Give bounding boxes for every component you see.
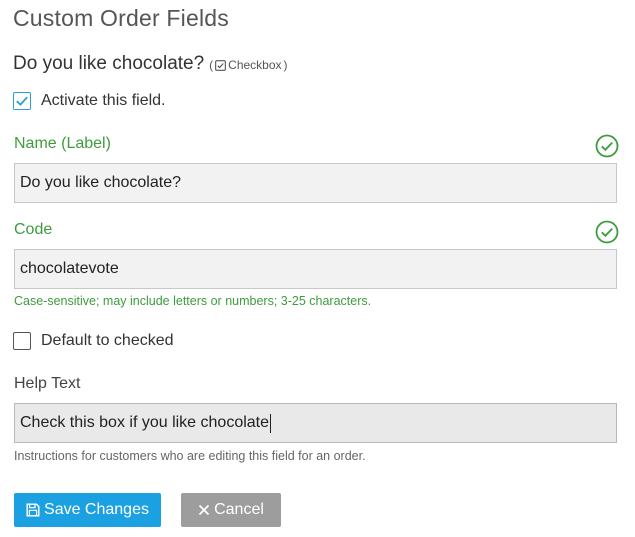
name-label: Name (Label): [14, 135, 111, 152]
code-valid-check-icon: [595, 220, 619, 244]
activate-field-label: Activate this field.: [41, 92, 166, 109]
default-checked-row[interactable]: Default to checked: [13, 332, 174, 350]
save-changes-button[interactable]: Save Changes: [14, 493, 161, 527]
code-input[interactable]: chocolatevote: [14, 249, 617, 289]
code-label: Code: [14, 221, 53, 238]
help-text-hint: Instructions for customers who are editi…: [14, 449, 366, 463]
field-type-label: Checkbox: [228, 58, 282, 72]
name-valid-check-icon: [595, 134, 619, 158]
name-input[interactable]: Do you like chocolate?: [14, 163, 617, 203]
save-changes-label: Save Changes: [44, 501, 149, 518]
code-input-value: chocolatevote: [20, 260, 119, 277]
activate-field-checkbox[interactable]: [13, 92, 31, 110]
custom-order-fields-page: Custom Order Fields Do you like chocolat…: [0, 0, 635, 537]
default-checked-checkbox[interactable]: [13, 332, 31, 350]
cancel-button[interactable]: Cancel: [181, 493, 281, 527]
field-type: ( Checkbox ): [209, 58, 287, 72]
close-icon: [198, 504, 210, 516]
field-title: Do you like chocolate? ( Checkbox ): [13, 53, 288, 75]
checkmark-icon: [16, 96, 28, 106]
default-checked-label: Default to checked: [41, 332, 174, 349]
activate-field-row[interactable]: Activate this field.: [13, 92, 166, 110]
field-question: Do you like chocolate?: [13, 53, 205, 74]
field-type-open: (: [209, 58, 214, 72]
help-text-input-value: Check this box if you like chocolate: [20, 414, 270, 431]
floppy-disk-icon: [26, 503, 40, 517]
field-type-close: ): [283, 58, 288, 72]
page-title: Custom Order Fields: [13, 5, 229, 31]
cancel-label: Cancel: [214, 501, 264, 518]
help-text-input[interactable]: Check this box if you like chocolate: [14, 403, 617, 443]
code-hint: Case-sensitive; may include letters or n…: [14, 294, 372, 308]
text-caret: [270, 413, 272, 433]
name-input-value: Do you like chocolate?: [20, 174, 181, 191]
checkbox-type-icon: [215, 59, 227, 71]
help-text-label: Help Text: [14, 375, 81, 392]
